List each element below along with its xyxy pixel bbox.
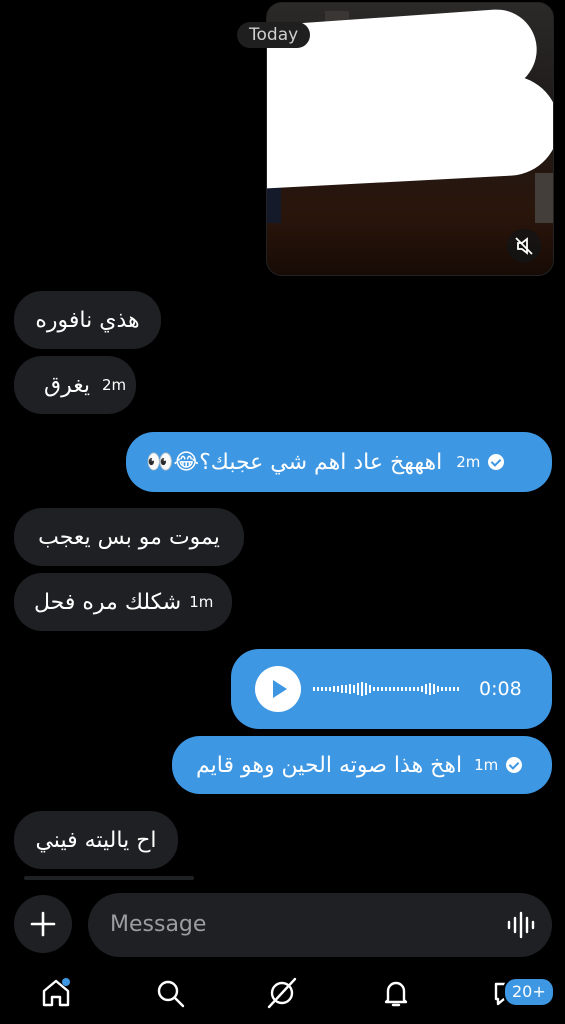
incoming-message[interactable]: هذي نافوره	[14, 291, 161, 349]
incoming-message[interactable]: شكلك مره فحل 1m	[14, 573, 232, 631]
message-text: هذي نافوره	[35, 307, 140, 333]
message-time: 1m	[474, 756, 499, 774]
waveform	[313, 682, 459, 696]
add-attachment-button[interactable]	[14, 895, 72, 953]
incoming-message[interactable]: يموت مو بس يعجب	[14, 508, 244, 566]
voice-duration: 0:08	[479, 678, 522, 700]
message-text: شكلك مره فحل	[34, 589, 182, 615]
messages-badge: 20+	[503, 977, 555, 1007]
read-check-icon	[488, 454, 505, 470]
message-time: 2m	[101, 376, 127, 394]
message-input[interactable]: Message	[88, 893, 552, 957]
plus-icon	[30, 911, 56, 937]
redaction-scribble	[267, 73, 553, 193]
play-icon[interactable]	[255, 666, 301, 712]
incoming-message[interactable]: اح ياليته فيني	[14, 811, 178, 869]
search-icon[interactable]	[153, 976, 187, 1010]
message-text: يغرق	[44, 372, 90, 398]
message-text: اح ياليته فيني	[35, 827, 157, 853]
video-attachment[interactable]	[266, 2, 554, 276]
voice-message[interactable]: 0:08	[231, 649, 552, 729]
grok-icon[interactable]	[265, 976, 299, 1010]
date-separator: Today	[237, 22, 311, 48]
video-frame-detail	[535, 173, 553, 223]
outgoing-message[interactable]: اهخ هذا صوته الحين وهو قايم 1m	[172, 736, 552, 794]
message-placeholder: Message	[110, 912, 207, 937]
message-text: اهههخ عاد اهم شي عجبك؟😂👀	[146, 449, 443, 475]
partial-message-edge	[24, 876, 194, 880]
message-time: 1m	[189, 593, 214, 611]
message-time: 2m	[456, 453, 481, 471]
muted-speaker-icon[interactable]	[507, 229, 541, 263]
message-text: اهخ هذا صوته الحين وهو قايم	[196, 752, 463, 778]
bottom-navigation	[0, 962, 565, 1024]
notifications-bell-icon[interactable]	[379, 976, 413, 1010]
outgoing-message[interactable]: اهههخ عاد اهم شي عجبك؟😂👀 2m	[126, 432, 552, 492]
read-check-icon	[506, 757, 523, 773]
incoming-message[interactable]: يغرق 2m	[14, 356, 136, 414]
message-text: يموت مو بس يعجب	[38, 524, 220, 550]
home-icon[interactable]	[39, 976, 73, 1010]
voice-record-icon[interactable]	[506, 911, 536, 939]
